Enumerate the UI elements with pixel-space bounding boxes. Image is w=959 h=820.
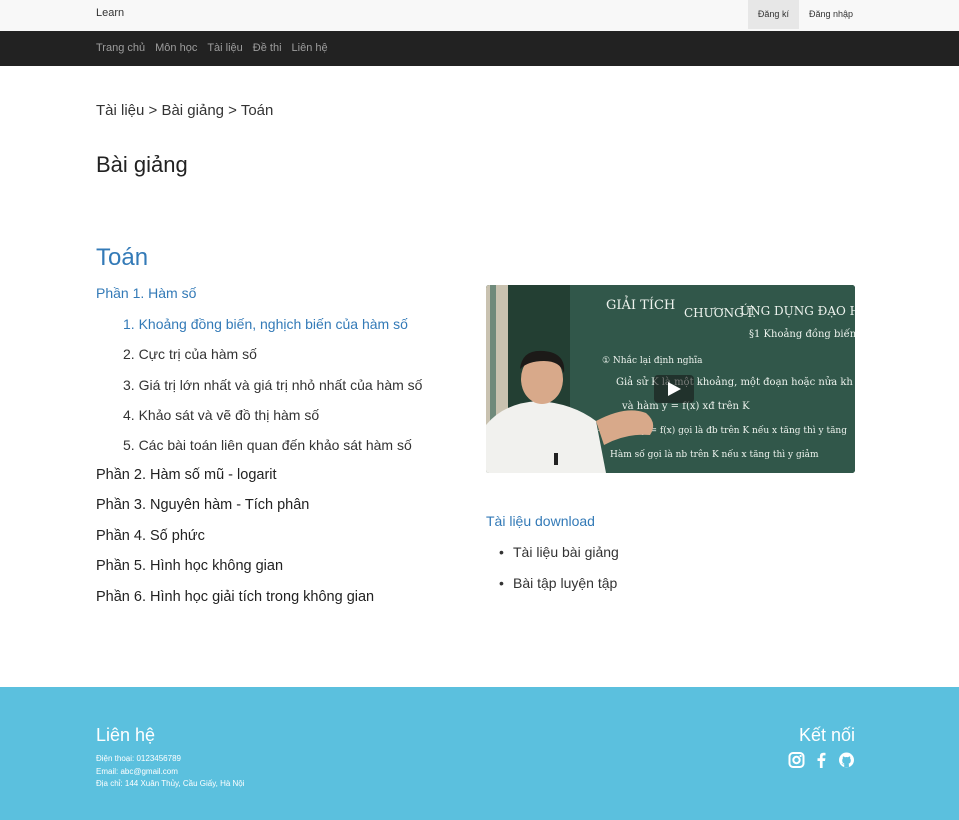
- video-thumbnail: GIẢI TÍCH CHƯƠNG I. ỨNG DỤNG ĐẠO HÀM §1 …: [486, 285, 855, 473]
- auth-links: Đăng kí Đăng nhập: [747, 0, 863, 29]
- bullet-icon: •: [499, 544, 504, 560]
- section-item[interactable]: Phần 2. Hàm số mũ - logarit: [96, 467, 374, 497]
- breadcrumb: Tài liệu > Bài giảng > Toán: [96, 102, 274, 119]
- section-item[interactable]: Phần 4. Số phức: [96, 528, 374, 558]
- lesson-item[interactable]: 2. Cực trị của hàm số: [123, 346, 422, 376]
- footer-contact-info: Điện thoại: 0123456789 Email: abc@gmail.…: [96, 753, 245, 791]
- footer-contact-title: Liên hệ: [96, 725, 156, 745]
- download-item[interactable]: • Bài tập luyện tập: [499, 575, 619, 606]
- subject-title: Toán: [96, 244, 149, 271]
- board-text: GIẢI TÍCH: [606, 295, 675, 313]
- download-link[interactable]: Tài liệu bài giảng: [513, 544, 619, 560]
- bullet-icon: •: [499, 575, 504, 591]
- instagram-icon[interactable]: [788, 751, 805, 769]
- section-item-active[interactable]: Phần 1. Hàm số: [96, 285, 196, 301]
- section-item[interactable]: Phần 5. Hình học không gian: [96, 558, 374, 588]
- top-bar: Learn Đăng kí Đăng nhập: [0, 0, 959, 31]
- footer-email[interactable]: Email: abc@gmail.com: [96, 766, 245, 779]
- board-text: ① Nhắc lại định nghĩa: [602, 354, 703, 366]
- download-link[interactable]: Bài tập luyện tập: [513, 575, 617, 591]
- board-text: Hàm số gọi là nb trên K nếu x tăng thì y…: [610, 449, 819, 460]
- nav-item-exams[interactable]: Đề thi: [253, 40, 282, 56]
- nav-item-contact[interactable]: Liên hệ: [292, 40, 328, 56]
- nav-item-home[interactable]: Trang chủ: [96, 40, 145, 56]
- footer: Liên hệ Điện thoại: 0123456789 Email: ab…: [0, 687, 959, 820]
- nav-menu: Trang chủ Môn học Tài liệu Đề thi Liên h…: [96, 40, 328, 56]
- nav-item-subjects[interactable]: Môn học: [155, 40, 197, 56]
- lesson-item-active[interactable]: 1. Khoảng đồng biến, nghịch biến của hàm…: [123, 316, 422, 346]
- footer-address: Địa chỉ: 144 Xuân Thủy, Cầu Giấy, Hà Nội: [96, 779, 245, 789]
- facebook-icon[interactable]: [813, 751, 830, 769]
- download-title: Tài liệu download: [486, 513, 595, 529]
- lesson-item[interactable]: 5. Các bài toán liên quan đến khảo sát h…: [123, 437, 422, 467]
- lesson-item[interactable]: 3. Giá trị lớn nhất và giá trị nhỏ nhất …: [123, 377, 422, 407]
- github-icon[interactable]: [838, 751, 855, 769]
- page-title: Bài giảng: [96, 152, 188, 177]
- download-item[interactable]: • Tài liệu bài giảng: [499, 544, 619, 575]
- register-link[interactable]: Đăng kí: [747, 0, 799, 29]
- lesson-item[interactable]: 4. Khảo sát và vẽ đồ thị hàm số: [123, 407, 422, 437]
- nav-item-documents[interactable]: Tài liệu: [207, 40, 242, 56]
- brand-logo[interactable]: Learn: [96, 7, 124, 19]
- footer-phone: Điện thoại: 0123456789: [96, 754, 181, 763]
- section-item[interactable]: Phần 3. Nguyên hàm - Tích phân: [96, 497, 374, 527]
- social-icons: [788, 751, 855, 769]
- main-navbar: Trang chủ Môn học Tài liệu Đề thi Liên h…: [0, 31, 959, 66]
- section-list: Phần 2. Hàm số mũ - logarit Phần 3. Nguy…: [96, 467, 374, 619]
- board-text: ỨNG DỤNG ĐẠO HÀM: [740, 302, 855, 318]
- section-item[interactable]: Phần 6. Hình học giải tích trong không g…: [96, 589, 374, 619]
- footer-connect-title: Kết nối: [798, 725, 855, 745]
- lesson-list: 1. Khoảng đồng biến, nghịch biến của hàm…: [123, 316, 422, 467]
- video-player[interactable]: GIẢI TÍCH CHƯƠNG I. ỨNG DỤNG ĐẠO HÀM §1 …: [486, 285, 855, 473]
- play-button-icon[interactable]: [654, 375, 694, 403]
- login-link[interactable]: Đăng nhập: [799, 0, 863, 29]
- download-list: • Tài liệu bài giảng • Bài tập luyện tập: [499, 544, 619, 606]
- board-text: Giả sử K là một khoảng, một đoạn hoặc nử…: [616, 377, 853, 388]
- board-text: §1 Khoảng đồng biến: [749, 329, 855, 340]
